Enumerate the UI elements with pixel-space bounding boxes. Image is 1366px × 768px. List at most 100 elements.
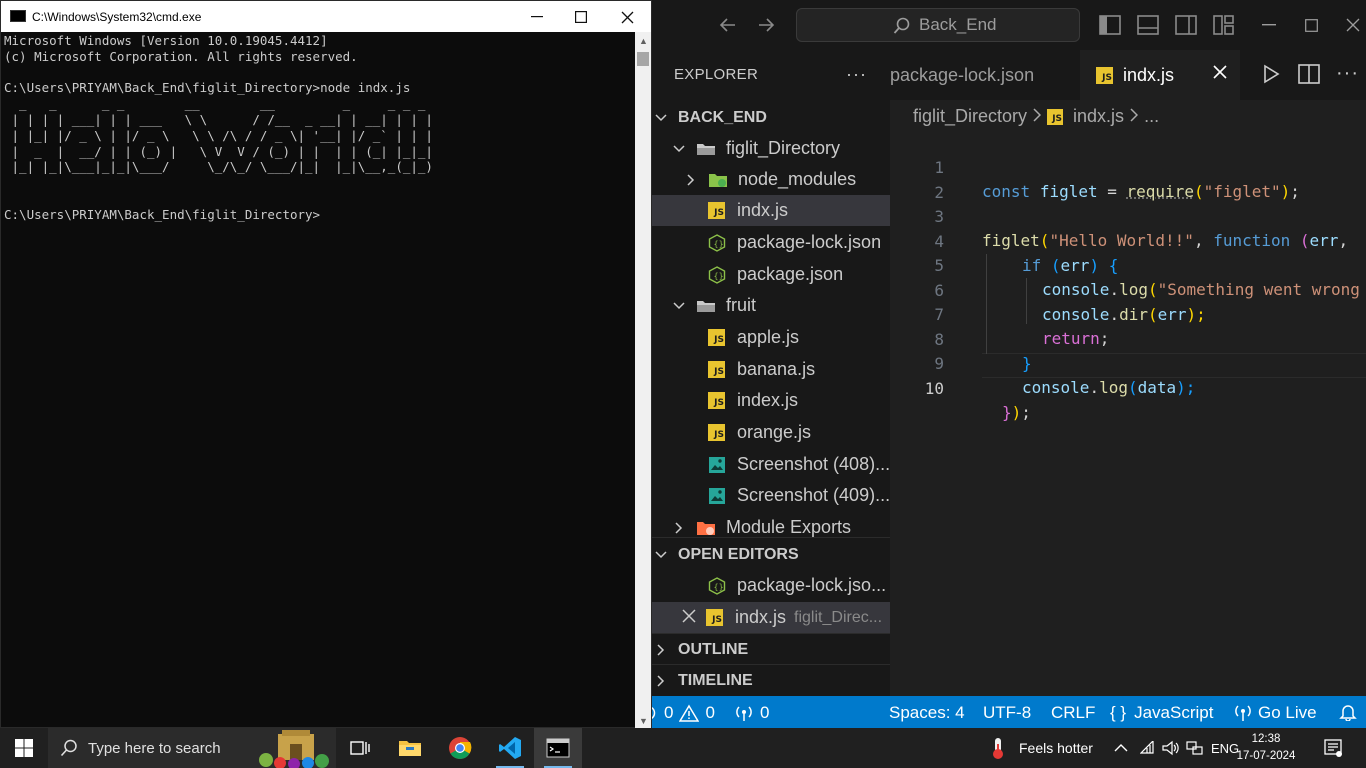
- close-icon[interactable]: [682, 607, 696, 628]
- scroll-thumb[interactable]: [637, 52, 649, 66]
- tab-package-lock[interactable]: package-lock.json: [890, 50, 1080, 100]
- tree-file-indx-js[interactable]: JS indx.js: [650, 195, 890, 226]
- tree-label: package.json: [737, 264, 844, 284]
- command-center-search[interactable]: Back_End: [796, 8, 1080, 42]
- eol-status[interactable]: CRLF: [1051, 703, 1095, 723]
- js-file-icon: JS: [708, 392, 725, 409]
- cmd-output[interactable]: Microsoft Windows [Version 10.0.19045.44…: [4, 33, 634, 723]
- ports-indicator[interactable]: 0: [734, 703, 769, 723]
- language-indicator[interactable]: ENG: [1211, 728, 1239, 768]
- command-center-text: Back_End: [919, 15, 997, 34]
- tree-label: fruit: [726, 295, 757, 315]
- show-hidden-icons-chevron-up-icon[interactable]: [1114, 728, 1128, 768]
- vscode-titlebar: Back_End: [650, 0, 1366, 50]
- code-token: console: [1022, 378, 1090, 397]
- volume-icon[interactable]: [1162, 728, 1180, 768]
- cmd-title: C:\Windows\System32\cmd.exe: [32, 10, 202, 24]
- braces-icon: { }: [1110, 703, 1127, 722]
- close-window-icon[interactable]: [617, 7, 637, 27]
- timeline-header[interactable]: TIMELINE: [650, 665, 890, 696]
- language-status[interactable]: { } JavaScript: [1110, 703, 1213, 723]
- tree-folder-figlit-directory[interactable]: figlit_Directory: [650, 133, 890, 164]
- forward-arrow-icon[interactable]: [754, 13, 778, 37]
- back-arrow-icon[interactable]: [716, 13, 740, 37]
- outline-header[interactable]: OUTLINE: [650, 634, 890, 665]
- indentation-status[interactable]: Spaces: 4: [889, 703, 965, 723]
- notifications-icon[interactable]: [1339, 703, 1357, 721]
- tree-file-screenshot-409[interactable]: Screenshot (409)...: [650, 480, 890, 511]
- chrome-icon[interactable]: [436, 728, 484, 768]
- error-count: 0: [664, 703, 674, 722]
- open-editor-indx-js[interactable]: JS indx.js figlit_Direc...: [650, 602, 890, 633]
- tab-label: indx.js: [1123, 64, 1175, 85]
- close-tab-icon[interactable]: [1212, 64, 1228, 85]
- breadcrumb-file[interactable]: indx.js: [1073, 106, 1124, 127]
- js-file-icon: JS: [708, 202, 725, 219]
- cmd-taskbar-icon[interactable]: [534, 728, 582, 768]
- breadcrumb-more[interactable]: ...: [1144, 106, 1159, 127]
- run-icon[interactable]: [1262, 64, 1280, 89]
- encoding-status[interactable]: UTF-8: [983, 703, 1031, 723]
- tree-file-banana-js[interactable]: JS banana.js: [650, 354, 890, 385]
- maximize-icon[interactable]: [571, 7, 591, 27]
- file-explorer-icon[interactable]: [386, 728, 434, 768]
- tree-file-package-lock[interactable]: {} package-lock.json: [650, 227, 890, 258]
- taskbar-clock[interactable]: 12:38 17-07-2024: [1236, 731, 1296, 765]
- customize-layout-icon[interactable]: [1212, 13, 1236, 37]
- more-actions-icon[interactable]: ···: [1336, 62, 1359, 85]
- toggle-primary-sidebar-icon[interactable]: [1098, 13, 1122, 37]
- open-editor-package-lock[interactable]: {} package-lock.jso...: [650, 570, 890, 601]
- code-token: data: [1137, 378, 1177, 397]
- more-actions-icon[interactable]: ···: [846, 64, 867, 85]
- task-view-icon[interactable]: [336, 728, 384, 768]
- go-live-button[interactable]: Go Live: [1234, 703, 1317, 723]
- js-file-icon: JS: [1047, 108, 1064, 125]
- explorer-title: EXPLORER: [674, 66, 759, 83]
- scroll-down-arrow-icon[interactable]: ▼: [639, 716, 648, 726]
- editor-tabbar: package-lock.json JS indx.js ···: [890, 50, 1366, 100]
- tree-label: orange.js: [737, 422, 812, 442]
- split-editor-icon[interactable]: [1298, 64, 1320, 89]
- code-line: 6 console.dir(err);: [890, 255, 1366, 324]
- code-line: 10 });: [890, 353, 1366, 422]
- open-folder-icon: [696, 298, 716, 314]
- tree-root-back-end[interactable]: BACK_END: [650, 102, 890, 133]
- toggle-secondary-sidebar-icon[interactable]: [1174, 13, 1198, 37]
- tree-folder-fruit[interactable]: fruit: [650, 290, 890, 321]
- close-window-icon[interactable]: [1338, 10, 1366, 40]
- tree-folder-node-modules[interactable]: node_modules: [650, 164, 890, 195]
- scroll-up-arrow-icon[interactable]: ▲: [639, 36, 648, 46]
- search-icon: [60, 739, 77, 757]
- minimize-icon[interactable]: [527, 7, 547, 27]
- minimize-icon[interactable]: [1254, 10, 1284, 40]
- network-icon[interactable]: [1186, 728, 1204, 768]
- cmd-scrollbar[interactable]: ▲ ▼: [635, 32, 651, 728]
- breadcrumb-folder[interactable]: figlit_Directory: [913, 106, 1027, 127]
- broadcast-icon: [736, 706, 752, 721]
- problems-indicator[interactable]: 0 0: [644, 703, 715, 723]
- tree-file-screenshot-408[interactable]: Screenshot (408)...: [650, 449, 890, 480]
- chevron-down-icon: [672, 299, 686, 313]
- tree-file-index-js[interactable]: JS index.js: [650, 385, 890, 416]
- code-token: );: [1176, 378, 1196, 397]
- windows-start-icon[interactable]: [14, 738, 34, 758]
- windows-taskbar: Type here to search Feels hotter ENG 12:…: [0, 728, 1366, 768]
- tab-indx-js[interactable]: JS indx.js: [1080, 50, 1240, 100]
- clock-date: 17-07-2024: [1236, 750, 1296, 762]
- action-center-icon[interactable]: [1324, 728, 1342, 768]
- js-file-icon: JS: [706, 609, 723, 626]
- open-editor-dir: figlit_Direc...: [794, 608, 883, 626]
- tree-file-package-json[interactable]: {} package.json: [650, 259, 890, 290]
- go-live-label: Go Live: [1258, 703, 1317, 722]
- line-number: 10: [924, 378, 944, 398]
- json-file-icon: {}: [708, 265, 726, 284]
- wifi-icon[interactable]: [1140, 728, 1156, 768]
- tree-file-apple-js[interactable]: JS apple.js: [650, 322, 890, 353]
- toggle-panel-icon[interactable]: [1136, 13, 1160, 37]
- vscode-taskbar-icon[interactable]: [486, 728, 534, 768]
- tree-file-orange-js[interactable]: JS orange.js: [650, 417, 890, 448]
- maximize-icon[interactable]: [1296, 10, 1326, 40]
- open-editors-header[interactable]: OPEN EDITORS: [650, 539, 890, 570]
- cmd-window: C:\Windows\System32\cmd.exe Microsoft Wi…: [0, 0, 652, 728]
- weather-widget[interactable]: Feels hotter: [988, 728, 1093, 768]
